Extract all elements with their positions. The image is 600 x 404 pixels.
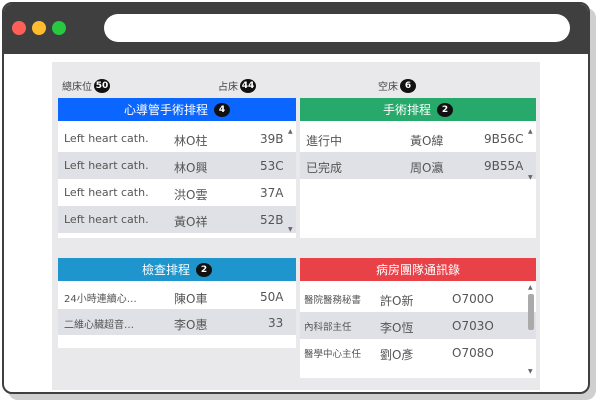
scroll-up-arrow-icon[interactable]: ▲	[528, 284, 534, 291]
table-row[interactable]: Left heart cath. 黃O祥 52B	[58, 206, 296, 233]
procedure-cell: Left heart cath.	[64, 186, 149, 199]
table-row[interactable]: 二維心臟超音… 李O惠 33	[58, 309, 296, 335]
bed-cell: 50A	[260, 290, 284, 304]
patient-name-cell: 周O瀛	[410, 161, 444, 175]
cath-schedule-panel: 心導管手術排程 4 Left heart cath. 林O柱 39B Left …	[58, 98, 296, 238]
scroll-down-arrow-icon[interactable]: ▼	[528, 368, 534, 375]
table-row[interactable]: 醫學中心主任 劉O彥 O708O	[300, 339, 536, 366]
surgery-panel-title: 手術排程	[382, 103, 431, 117]
stat-value-badge: 50	[94, 78, 110, 93]
bed-cell: 9B56C	[484, 132, 524, 146]
role-cell: 醫學中心主任	[304, 349, 362, 360]
exam-count-badge: 2	[196, 262, 212, 277]
patient-name-cell: 洪O雲	[174, 188, 208, 202]
scrollbar-thumb[interactable]	[528, 294, 534, 330]
bed-cell: 53C	[260, 159, 284, 173]
close-window-button[interactable]	[12, 21, 26, 35]
extension-cell: O708O	[452, 346, 494, 360]
table-row[interactable]: Left heart cath. 林O柱 39B	[58, 125, 296, 152]
exam-schedule-panel: 檢查排程 2 24小時連續心… 陳O車 50A 二維心臟超音… 李O惠 33	[58, 258, 296, 348]
surgery-panel-header[interactable]: 手術排程 2	[300, 98, 536, 121]
table-row[interactable]: 進行中 黃O緯 9B56C	[300, 125, 536, 152]
status-cell: 已完成	[306, 161, 343, 175]
procedure-cell: Left heart cath.	[64, 213, 149, 226]
table-row[interactable]: Left heart cath. 洪O雲 37A	[58, 179, 296, 206]
contact-name-cell: 許O新	[380, 294, 414, 308]
procedure-cell: 24小時連續心…	[64, 294, 137, 305]
contact-name-cell: 劉O彥	[380, 348, 414, 362]
exam-panel-title: 檢查排程	[141, 263, 190, 277]
surgery-count-badge: 2	[437, 102, 453, 117]
contacts-panel-header[interactable]: 病房團隊通訊錄	[300, 258, 536, 281]
bed-cell: 37A	[260, 186, 284, 200]
bed-cell: 33	[268, 316, 284, 330]
patient-name-cell: 黃O祥	[174, 215, 208, 229]
stat-value-badge: 6	[400, 78, 416, 93]
patient-name-cell: 林O興	[174, 161, 208, 175]
procedure-cell: Left heart cath.	[64, 159, 149, 172]
cath-panel-header[interactable]: 心導管手術排程 4	[58, 98, 296, 121]
procedure-cell: Left heart cath.	[64, 132, 149, 145]
bed-cell: 39B	[260, 132, 284, 146]
table-row[interactable]: 24小時連續心… 陳O車 50A	[58, 283, 296, 309]
status-cell: 進行中	[306, 134, 343, 148]
table-row[interactable]: 內科部主任 李O恆 O703O	[300, 312, 536, 339]
table-row[interactable]: 醫院醫務秘書 許O新 O700O	[300, 285, 536, 312]
address-bar[interactable]	[104, 14, 570, 42]
patient-name-cell: 林O柱	[174, 134, 208, 148]
exam-panel-header[interactable]: 檢查排程 2	[58, 258, 296, 281]
table-row[interactable]: 已完成 周O瀛 9B55A	[300, 152, 536, 179]
maximize-window-button[interactable]	[52, 21, 66, 35]
bed-cell: 52B	[260, 213, 284, 227]
scroll-up-arrow-icon[interactable]: ▲	[288, 128, 294, 135]
bed-cell: 9B55A	[484, 159, 524, 173]
scroll-down-arrow-icon[interactable]: ▼	[528, 174, 534, 181]
stat-total-beds: 總床位 50	[62, 78, 110, 93]
stat-occupied-beds: 占床 44	[218, 78, 256, 93]
stat-value-badge: 44	[240, 78, 256, 93]
browser-toolbar	[4, 4, 588, 54]
role-cell: 內科部主任	[304, 322, 352, 333]
stat-label: 空床	[378, 82, 398, 93]
extension-cell: O700O	[452, 292, 494, 306]
ward-dashboard: 總床位 50 占床 44 空床 6 心導管手術排程 4 Left heart c…	[52, 62, 540, 390]
scroll-up-arrow-icon[interactable]: ▲	[528, 128, 534, 135]
stat-label: 總床位	[62, 82, 92, 93]
stat-empty-beds: 空床 6	[378, 78, 416, 93]
role-cell: 醫院醫務秘書	[304, 295, 362, 306]
stat-label: 占床	[218, 82, 238, 93]
contacts-panel-title: 病房團隊通訊錄	[375, 263, 460, 277]
patient-name-cell: 李O惠	[174, 318, 208, 332]
patient-name-cell: 陳O車	[174, 292, 208, 306]
surgery-schedule-panel: 手術排程 2 進行中 黃O緯 9B56C 已完成 周O瀛 9B55A ▲ ▼	[300, 98, 536, 238]
contact-name-cell: 李O恆	[380, 321, 414, 335]
browser-window: 總床位 50 占床 44 空床 6 心導管手術排程 4 Left heart c…	[2, 2, 590, 394]
extension-cell: O703O	[452, 319, 494, 333]
table-row[interactable]: Left heart cath. 林O興 53C	[58, 152, 296, 179]
minimize-window-button[interactable]	[32, 21, 46, 35]
scroll-down-arrow-icon[interactable]: ▼	[288, 226, 294, 233]
patient-name-cell: 黃O緯	[410, 134, 444, 148]
procedure-cell: 二維心臟超音…	[64, 320, 134, 331]
cath-panel-title: 心導管手術排程	[123, 103, 208, 117]
cath-count-badge: 4	[214, 102, 230, 117]
team-contacts-panel: 病房團隊通訊錄 醫院醫務秘書 許O新 O700O 內科部主任 李O恆 O703O…	[300, 258, 536, 378]
